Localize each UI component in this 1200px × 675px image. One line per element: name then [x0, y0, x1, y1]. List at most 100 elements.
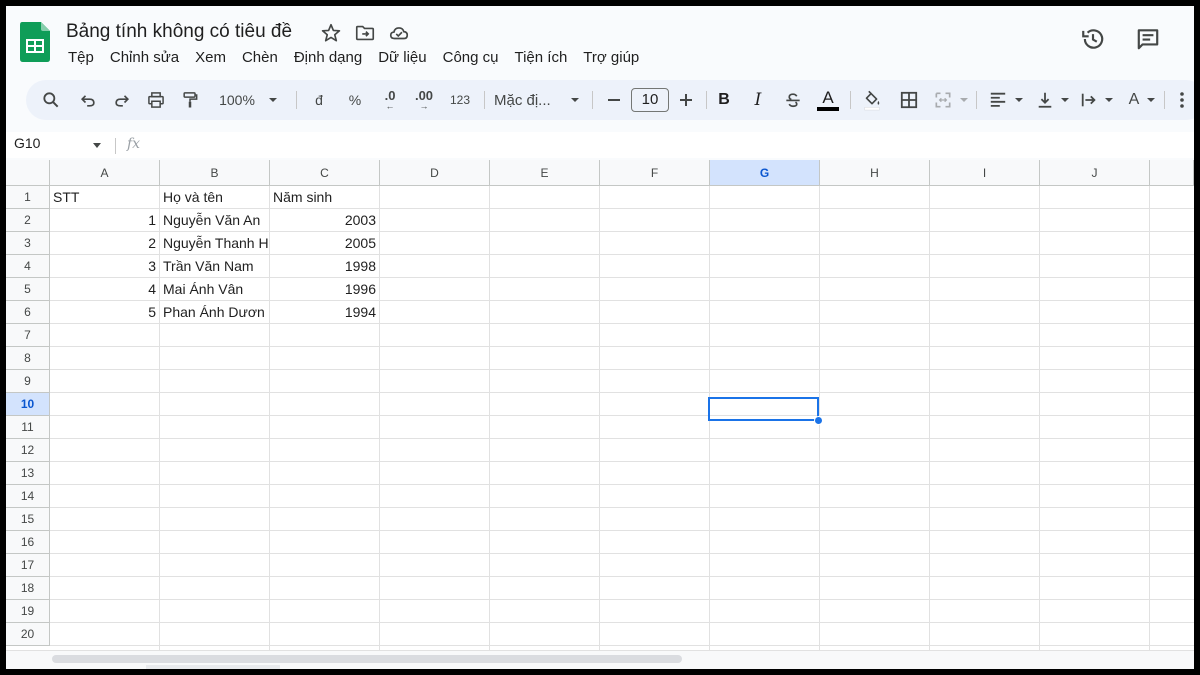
move-folder-icon[interactable] — [354, 22, 376, 44]
star-icon[interactable] — [320, 22, 342, 44]
cell-c2[interactable]: 2003 — [270, 209, 379, 232]
name-box-dropdown-icon[interactable] — [92, 142, 102, 150]
align-dropdown-icon[interactable] — [1012, 80, 1026, 120]
print-icon[interactable] — [142, 80, 170, 120]
percent-format-button[interactable]: % — [342, 80, 368, 120]
menu-view[interactable]: Xem — [187, 47, 234, 69]
decrease-font-size-icon[interactable] — [602, 80, 626, 120]
strikethrough-icon[interactable] — [780, 80, 806, 120]
spreadsheet-grid[interactable]: A B C D E F G H I J 1 2 3 4 5 6 7 8 9 10… — [6, 160, 1194, 650]
cell-b3[interactable]: Nguyễn Thanh H — [160, 232, 269, 255]
row-header-5[interactable]: 5 — [6, 278, 50, 301]
menu-edit[interactable]: Chỉnh sửa — [102, 47, 187, 69]
row-header-14[interactable]: 14 — [6, 485, 50, 508]
column-header-g[interactable]: G — [710, 160, 820, 186]
horizontal-scrollbar[interactable] — [6, 650, 1194, 669]
comments-icon[interactable] — [1135, 26, 1161, 52]
italic-button[interactable]: I — [746, 80, 770, 120]
cell-a5[interactable]: 4 — [50, 278, 159, 301]
row-header-15[interactable]: 15 — [6, 508, 50, 531]
cell-a4[interactable]: 3 — [50, 255, 159, 278]
align-left-icon[interactable] — [984, 80, 1012, 120]
text-wrap-icon[interactable] — [1076, 80, 1102, 120]
menu-format[interactable]: Định dạng — [286, 47, 370, 69]
row-header-8[interactable]: 8 — [6, 347, 50, 370]
text-color-button[interactable]: A — [814, 80, 842, 120]
more-vert-icon[interactable] — [1172, 80, 1192, 120]
cell-a3[interactable]: 2 — [50, 232, 159, 255]
menu-file[interactable]: Tệp — [60, 47, 102, 69]
select-all-corner[interactable] — [6, 160, 50, 186]
document-title[interactable]: Bảng tính không có tiêu đề — [66, 21, 292, 43]
cell-a6[interactable]: 5 — [50, 301, 159, 324]
menu-data[interactable]: Dữ liệu — [370, 47, 434, 69]
version-history-icon[interactable] — [1080, 26, 1106, 52]
row-header-19[interactable]: 19 — [6, 600, 50, 623]
cell-c5[interactable]: 1996 — [270, 278, 379, 301]
row-header-13[interactable]: 13 — [6, 462, 50, 485]
column-header-c[interactable]: C — [270, 160, 380, 186]
zoom-select[interactable]: 100% — [214, 80, 260, 120]
currency-format-button[interactable]: đ — [306, 80, 332, 120]
row-header-6[interactable]: 6 — [6, 301, 50, 324]
sheet-tab-strip[interactable] — [146, 665, 280, 669]
column-header-h[interactable]: H — [820, 160, 930, 186]
row-header-16[interactable]: 16 — [6, 531, 50, 554]
cell-b1[interactable]: Họ và tên — [160, 186, 269, 209]
cell-a2[interactable]: 1 — [50, 209, 159, 232]
cell-c1[interactable]: Năm sinh — [270, 186, 379, 209]
column-header-b[interactable]: B — [160, 160, 270, 186]
cell-b5[interactable]: Mai Ánh Vân — [160, 278, 269, 301]
fill-color-icon[interactable] — [858, 80, 886, 120]
sheets-logo-icon[interactable] — [20, 22, 50, 62]
name-box[interactable]: G10 — [14, 135, 40, 151]
cell-b2[interactable]: Nguyễn Văn An — [160, 209, 269, 232]
menu-extensions[interactable]: Tiện ích — [506, 47, 575, 69]
font-dropdown-icon[interactable] — [568, 80, 582, 120]
wrap-dropdown-icon[interactable] — [1102, 80, 1116, 120]
more-formats-button[interactable]: 123 — [444, 80, 476, 120]
row-header-9[interactable]: 9 — [6, 370, 50, 393]
borders-icon[interactable] — [896, 80, 922, 120]
row-header-20[interactable]: 20 — [6, 623, 50, 646]
cell-a1[interactable]: STT — [50, 186, 159, 209]
column-header-i[interactable]: I — [930, 160, 1040, 186]
increase-font-size-icon[interactable] — [674, 80, 698, 120]
column-header-partial[interactable] — [1150, 160, 1194, 186]
cell-c6[interactable]: 1994 — [270, 301, 379, 324]
row-header-12[interactable]: 12 — [6, 439, 50, 462]
menu-insert[interactable]: Chèn — [234, 47, 286, 69]
row-header-10[interactable]: 10 — [6, 393, 50, 416]
row-header-18[interactable]: 18 — [6, 577, 50, 600]
cell-b4[interactable]: Trần Văn Nam — [160, 255, 269, 278]
horizontal-scroll-thumb[interactable] — [52, 655, 682, 663]
paint-format-icon[interactable] — [176, 80, 204, 120]
row-header-3[interactable]: 3 — [6, 232, 50, 255]
redo-icon[interactable] — [108, 80, 136, 120]
row-header-11[interactable]: 11 — [6, 416, 50, 439]
row-header-2[interactable]: 2 — [6, 209, 50, 232]
cloud-saved-icon[interactable] — [388, 22, 410, 44]
row-header-4[interactable]: 4 — [6, 255, 50, 278]
merge-dropdown-icon[interactable] — [958, 80, 970, 120]
font-size-input[interactable]: 10 — [631, 88, 669, 112]
increase-decimal-button[interactable]: .00 → — [408, 80, 440, 120]
column-header-e[interactable]: E — [490, 160, 600, 186]
row-header-7[interactable]: 7 — [6, 324, 50, 347]
text-rotation-button[interactable]: A — [1122, 80, 1146, 120]
cell-c4[interactable]: 1998 — [270, 255, 379, 278]
undo-icon[interactable] — [74, 80, 102, 120]
row-header-17[interactable]: 17 — [6, 554, 50, 577]
merge-cells-icon[interactable] — [930, 80, 956, 120]
valign-dropdown-icon[interactable] — [1058, 80, 1072, 120]
menu-tools[interactable]: Công cụ — [435, 47, 507, 69]
cell-c3[interactable]: 2005 — [270, 232, 379, 255]
zoom-dropdown-icon[interactable] — [266, 80, 280, 120]
decrease-decimal-button[interactable]: .0 ← — [375, 80, 405, 120]
active-cell-g10[interactable] — [708, 397, 819, 421]
column-header-d[interactable]: D — [380, 160, 490, 186]
cell-b6[interactable]: Phan Ánh Dươn — [160, 301, 269, 324]
column-header-f[interactable]: F — [600, 160, 710, 186]
column-header-j[interactable]: J — [1040, 160, 1150, 186]
column-header-a[interactable]: A — [50, 160, 160, 186]
